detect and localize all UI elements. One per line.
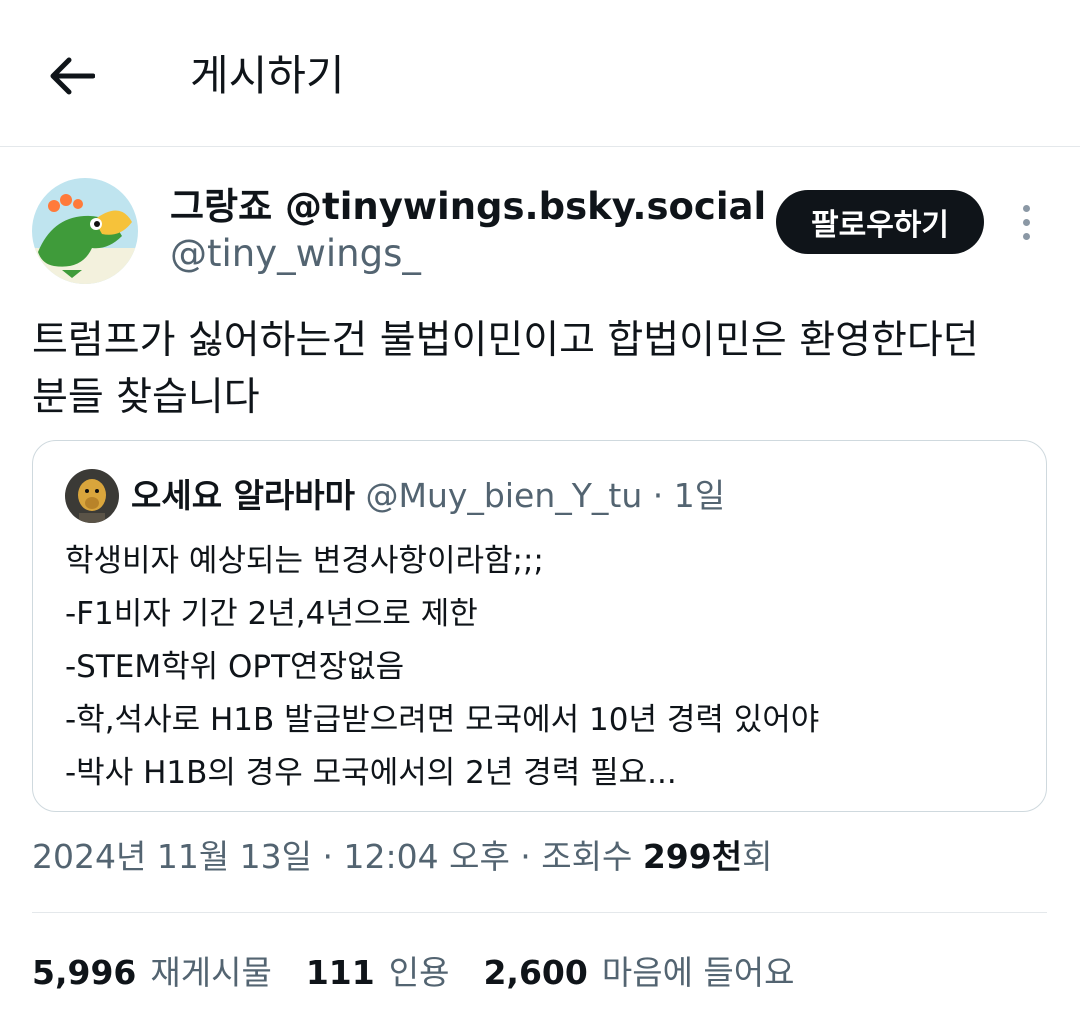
reposts-count: 5,996 — [32, 953, 137, 992]
quoted-author-name[interactable]: 오세요 알라바마 — [131, 476, 355, 515]
reposts-stat[interactable]: 5,996 재게시물 — [32, 950, 272, 996]
quoted-line: -학,석사로 H1B 발급받으려면 모국에서 10년 경력 있어야 — [65, 702, 820, 738]
author-avatar[interactable] — [32, 178, 138, 284]
views-suffix: 회 — [742, 837, 773, 876]
quotes-label: 인용 — [388, 953, 450, 992]
quotes-count: 111 — [305, 953, 375, 992]
quotes-stat[interactable]: 111 인용 — [306, 950, 450, 996]
quoted-author-avatar[interactable] — [65, 469, 119, 523]
avatar-image — [32, 178, 138, 284]
likes-count: 2,600 — [483, 953, 588, 992]
likes-stat[interactable]: 2,600 마음에 들어요 — [483, 950, 794, 996]
post-meta: 2024년 11월 13일 · 12:04 오후 · 조회수 299천회 — [32, 834, 772, 880]
back-button[interactable] — [40, 44, 104, 108]
post-timestamp[interactable]: 2024년 11월 13일 · 12:04 오후 · 조회수 — [32, 837, 643, 876]
arrow-left-icon — [50, 57, 95, 95]
post-line: 분들 찾습니다 — [32, 375, 260, 420]
quoted-text: 학생비자 예상되는 변경사항이라함;;; -F1비자 기간 2년,4년으로 제한… — [65, 535, 819, 800]
views-count: 299천 — [642, 837, 743, 876]
post-text: 트럼프가 싫어하는건 불법이민이고 합법이민은 환영한다던 분들 찾습니다 — [32, 312, 1042, 426]
quoted-line: -박사 H1B의 경우 모국에서의 2년 경력 필요... — [65, 755, 677, 791]
author-display-name[interactable]: 그랑죠 @tinywings.bsky.social — [170, 183, 766, 231]
top-bar: 게시하기 — [0, 0, 1080, 147]
more-vertical-icon — [1022, 204, 1030, 212]
author-handle[interactable]: @tiny_wings_ — [170, 230, 421, 278]
engagement-stats: 5,996 재게시물 111 인용 2,600 마음에 들어요 — [32, 950, 829, 996]
more-vertical-icon-dot — [1022, 218, 1030, 226]
quoted-line: -STEM학위 OPT연장없음 — [65, 649, 405, 685]
page-title: 게시하기 — [190, 51, 345, 100]
follow-button[interactable]: 팔로우하기 — [776, 190, 984, 254]
more-options-button[interactable] — [1008, 196, 1044, 248]
divider — [32, 912, 1047, 913]
more-vertical-icon-dot — [1022, 232, 1030, 240]
post-line: 트럼프가 싫어하는건 불법이민이고 합법이민은 환영한다던 — [32, 318, 979, 363]
quoted-avatar-image — [65, 469, 119, 523]
quoted-header: 오세요 알라바마 @Muy_bien_Y_tu · 1일 — [131, 474, 725, 518]
quoted-line: 학생비자 예상되는 변경사항이라함;;; — [65, 543, 544, 579]
quoted-line: -F1비자 기간 2년,4년으로 제한 — [65, 596, 478, 632]
quoted-post[interactable]: 오세요 알라바마 @Muy_bien_Y_tu · 1일 학생비자 예상되는 변… — [32, 440, 1047, 812]
quoted-time: · 1일 — [642, 476, 726, 515]
reposts-label: 재게시물 — [150, 953, 272, 992]
likes-label: 마음에 들어요 — [601, 953, 795, 992]
quoted-author-handle[interactable]: @Muy_bien_Y_tu — [366, 476, 643, 515]
